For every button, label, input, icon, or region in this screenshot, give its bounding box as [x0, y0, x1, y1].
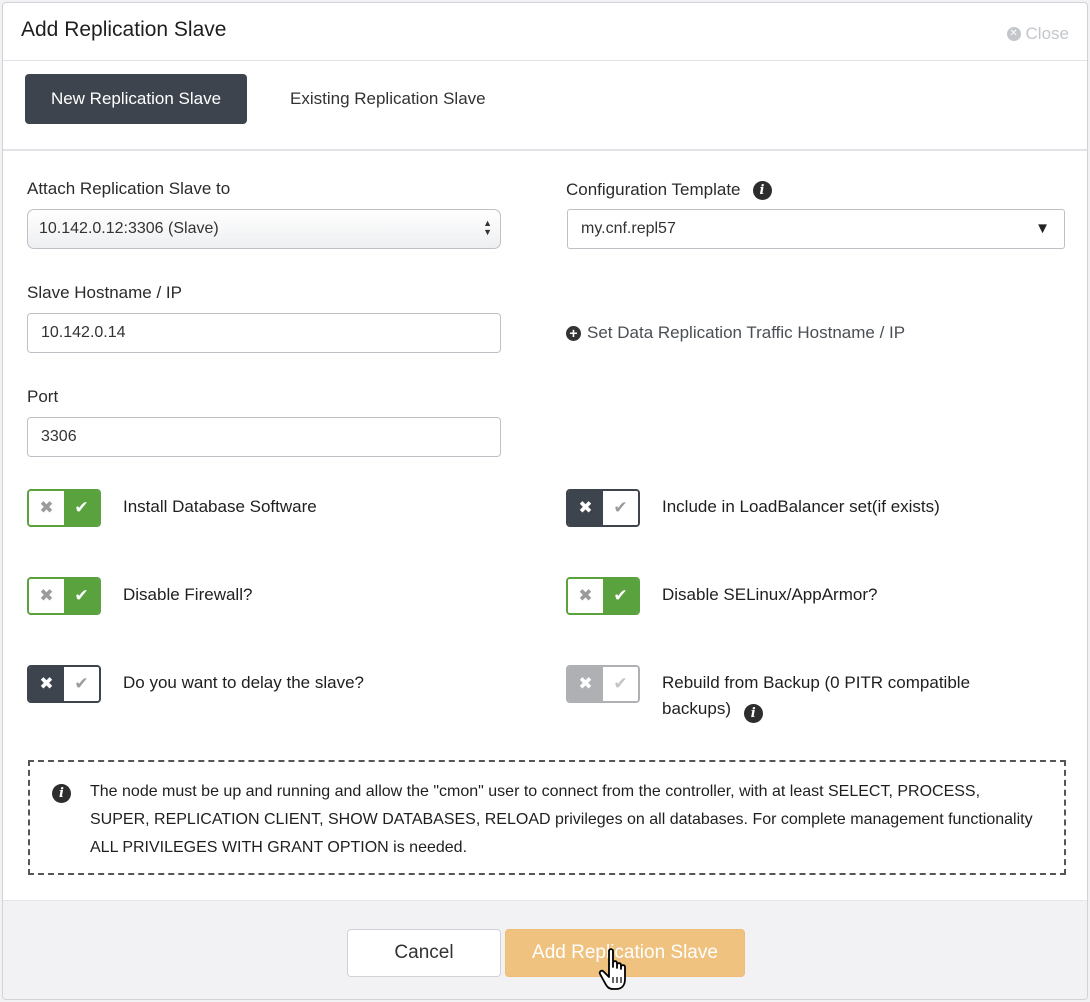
config-template-select[interactable]: my.cnf.repl57 ▼: [567, 209, 1065, 249]
install-db-toggle[interactable]: ✖ ✔: [27, 489, 101, 527]
modal-header: Add Replication Slave ✕ Close: [3, 3, 1087, 61]
check-icon: ✔: [64, 667, 99, 701]
port-label: Port: [27, 387, 59, 406]
hostname-label: Slave Hostname / IP: [27, 283, 182, 302]
tab-existing-replication-slave[interactable]: Existing Replication Slave: [290, 89, 486, 109]
x-icon: ✖: [568, 667, 603, 701]
tab-bar: New Replication Slave Existing Replicati…: [3, 62, 1087, 151]
info-icon: i: [52, 784, 71, 803]
close-button[interactable]: ✕ Close: [1006, 24, 1069, 44]
disable-firewall-toggle[interactable]: ✖ ✔: [27, 577, 101, 615]
config-template-label: Configuration Template: [566, 180, 741, 199]
attach-select[interactable]: 10.142.0.12:3306 (Slave) ▲ ▼: [27, 209, 501, 249]
rebuild-backup-toggle: ✖ ✔: [566, 665, 640, 703]
modal-footer: Cancel Add Replication Slave: [3, 900, 1087, 999]
modal-title: Add Replication Slave: [21, 18, 227, 41]
add-replication-slave-dialog: Add Replication Slave ✕ Close New Replic…: [2, 2, 1088, 1000]
x-icon: ✖: [568, 491, 603, 525]
x-icon: ✖: [568, 579, 603, 613]
rebuild-backup-label-row: Rebuild from Backup (0 PITR compatible b…: [662, 670, 1042, 723]
info-icon[interactable]: i: [752, 180, 772, 200]
notice-text: The node must be up and running and allo…: [90, 783, 1033, 856]
disable-firewall-label: Disable Firewall?: [123, 585, 253, 604]
tab-new-replication-slave[interactable]: New Replication Slave: [25, 74, 247, 124]
check-icon: ✔: [603, 667, 638, 701]
delay-slave-toggle[interactable]: ✖ ✔: [27, 665, 101, 703]
loadbalancer-label: Include in LoadBalancer set(if exists): [662, 497, 940, 516]
x-icon: ✖: [29, 579, 64, 613]
hostname-input[interactable]: 10.142.0.14: [27, 313, 501, 353]
plus-circle-icon: +: [566, 325, 581, 341]
set-traffic-hostname-label: Set Data Replication Traffic Hostname / …: [587, 323, 906, 342]
check-icon: ✔: [603, 491, 638, 525]
privileges-notice: i The node must be up and running and al…: [28, 760, 1066, 875]
delay-slave-label: Do you want to delay the slave?: [123, 673, 364, 692]
hand-cursor-icon: [598, 948, 626, 990]
cancel-button[interactable]: Cancel: [347, 929, 501, 977]
close-icon: ✕: [1006, 27, 1021, 41]
x-icon: ✖: [29, 491, 64, 525]
check-icon: ✔: [64, 491, 99, 525]
config-template-value: my.cnf.repl57: [581, 220, 676, 237]
x-icon: ✖: [29, 667, 64, 701]
attach-label: Attach Replication Slave to: [27, 179, 231, 198]
close-label: Close: [1025, 24, 1069, 43]
loadbalancer-toggle[interactable]: ✖ ✔: [566, 489, 640, 527]
check-icon: ✔: [64, 579, 99, 613]
chevron-down-icon: ▼: [1035, 220, 1050, 237]
port-input[interactable]: 3306: [27, 417, 501, 457]
set-traffic-hostname-link[interactable]: + Set Data Replication Traffic Hostname …: [566, 323, 905, 343]
check-icon: ✔: [603, 579, 638, 613]
select-updown-icon: ▲ ▼: [483, 218, 492, 237]
rebuild-backup-label: Rebuild from Backup (0 PITR compatible b…: [662, 673, 971, 718]
config-template-label-row: Configuration Template i: [566, 180, 772, 200]
install-db-label: Install Database Software: [123, 497, 317, 516]
attach-select-value: 10.142.0.12:3306 (Slave): [39, 220, 219, 237]
disable-selinux-label: Disable SELinux/AppArmor?: [662, 585, 878, 604]
disable-selinux-toggle[interactable]: ✖ ✔: [566, 577, 640, 615]
info-icon[interactable]: i: [743, 704, 763, 723]
